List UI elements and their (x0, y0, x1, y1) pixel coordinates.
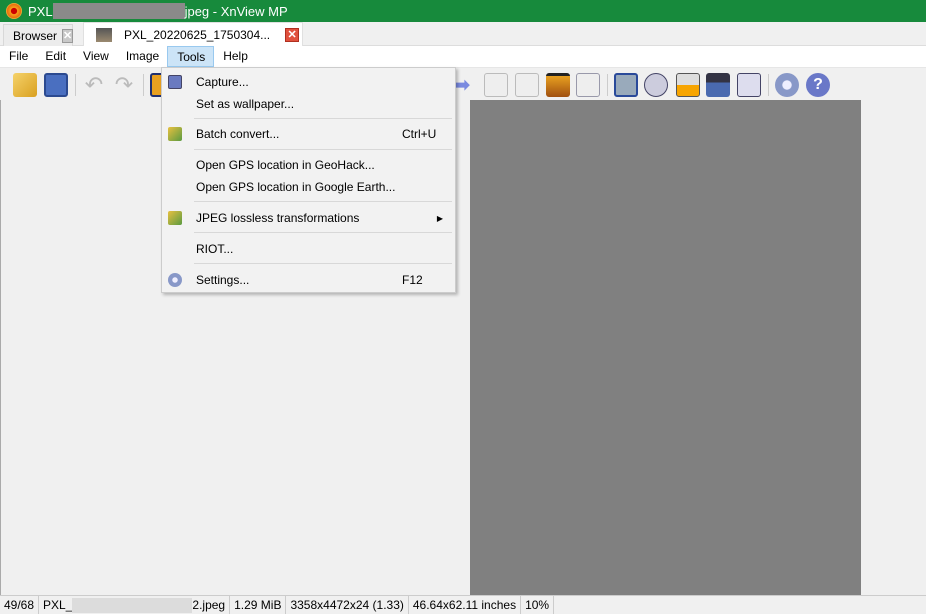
redacted-region (72, 598, 193, 613)
info-icon[interactable] (576, 73, 600, 97)
item-label: Open GPS location in Google Earth... (196, 180, 396, 194)
item-label: Settings... (196, 273, 250, 287)
tab-browser[interactable]: Browser ✕ (3, 24, 74, 46)
tab-bar: Browser ✕ PXL_20220625_1750304... ✕ (0, 22, 926, 46)
close-tab-icon[interactable]: ✕ (62, 28, 74, 43)
tools-menu: Capture... Set as wallpaper... Batch con… (161, 67, 456, 293)
item-label: Capture... (196, 75, 249, 89)
menu-edit[interactable]: Edit (36, 46, 74, 67)
title-prefix: PXL (28, 3, 53, 19)
toolbar: ↶ ↷ ➡ ? (0, 67, 926, 100)
batch-convert-icon (168, 127, 182, 141)
tab-label: PXL_20220625_1750304... (124, 27, 271, 42)
menu-view[interactable]: View (74, 46, 117, 67)
status-zoom: 10% (521, 596, 555, 614)
next-page-icon[interactable] (515, 73, 539, 97)
status-bar: 49/68 PXL_ 2.jpeg 1.29 MiB 3358x4472x24 (… (0, 595, 926, 614)
menu-image[interactable]: Image (117, 46, 167, 67)
menu-item-jpeg-lossless[interactable]: JPEG lossless transformations ▶ (162, 208, 455, 228)
menu-item-batch-convert[interactable]: Batch convert... Ctrl+U (162, 124, 455, 144)
item-label: Set as wallpaper... (196, 97, 295, 111)
filename-prefix: PXL_ (43, 598, 73, 612)
menu-item-capture[interactable]: Capture... (162, 72, 455, 92)
undo-icon[interactable]: ↶ (82, 73, 106, 97)
thumbnail-icon (96, 27, 112, 42)
menu-item-settings[interactable]: Settings... F12 (162, 270, 455, 290)
xnview-logo-icon (6, 3, 22, 19)
status-dimensions: 3358x4472x24 (1.33) (286, 596, 409, 614)
filename-suffix: 2.jpeg (192, 598, 226, 612)
close-tab-icon[interactable]: ✕ (285, 27, 300, 42)
scanner-icon[interactable] (706, 73, 730, 97)
tab-label: Browser (13, 28, 58, 43)
shortcut: F12 (402, 273, 423, 287)
title-suffix: jpeg - XnView MP (184, 3, 288, 19)
panel-border (0, 100, 1, 595)
previous-page-icon[interactable] (484, 73, 508, 97)
title-bar: PXL jpeg - XnView MP (0, 0, 926, 22)
item-label: RIOT... (196, 242, 234, 256)
item-label: Open GPS location in GeoHack... (196, 158, 375, 172)
redo-icon[interactable]: ↷ (112, 73, 136, 97)
menu-tools[interactable]: Tools (167, 46, 215, 67)
gear-icon[interactable] (775, 73, 799, 97)
menu-file[interactable]: File (0, 46, 36, 67)
status-filename: PXL_ 2.jpeg (39, 596, 231, 614)
shortcut: Ctrl+U (402, 127, 437, 141)
submenu-arrow-icon: ▶ (436, 213, 443, 223)
menu-help[interactable]: Help (214, 46, 256, 67)
jpeg-transform-icon (168, 211, 182, 225)
tab-image[interactable]: PXL_20220625_1750304... ✕ (83, 22, 303, 46)
item-label: JPEG lossless transformations (196, 211, 360, 225)
menu-bar: File Edit View Image Tools Help (0, 46, 926, 67)
menu-item-riot[interactable]: RIOT... (162, 239, 455, 259)
fit-screen-icon[interactable] (614, 73, 638, 97)
image-view[interactable] (470, 100, 861, 595)
gear-icon (168, 273, 182, 287)
edit-icon[interactable] (644, 73, 668, 97)
slideshow-icon[interactable] (546, 73, 570, 97)
menu-item-wallpaper[interactable]: Set as wallpaper... (162, 94, 455, 114)
menu-item-google-earth[interactable]: Open GPS location in Google Earth... (162, 177, 455, 197)
camera-icon (168, 75, 182, 89)
status-index: 49/68 (0, 596, 40, 614)
menu-item-geohack[interactable]: Open GPS location in GeoHack... (162, 155, 455, 175)
browse-folders-icon[interactable] (13, 73, 37, 97)
status-print-size: 46.64x62.11 inches (409, 596, 522, 614)
redacted-region (52, 3, 185, 19)
help-icon[interactable]: ? (806, 73, 830, 97)
save-icon[interactable] (44, 73, 68, 97)
capture-icon[interactable] (737, 73, 761, 97)
item-label: Batch convert... (196, 127, 280, 141)
print-icon[interactable] (676, 73, 700, 97)
status-size: 1.29 MiB (230, 596, 287, 614)
